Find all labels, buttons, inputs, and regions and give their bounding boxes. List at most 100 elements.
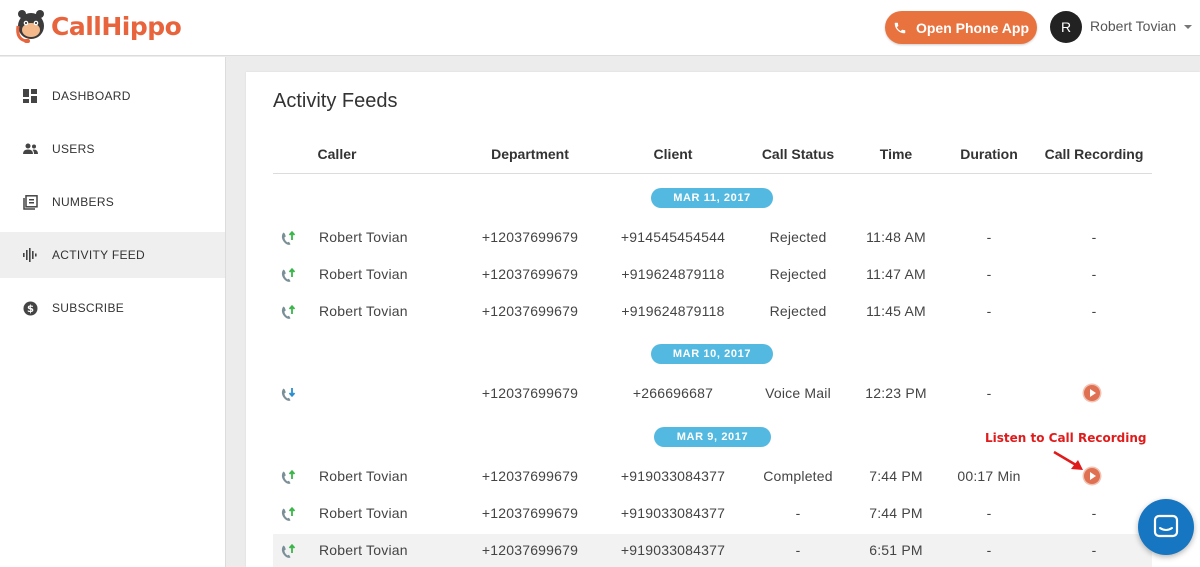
recording-cell: -	[1091, 229, 1097, 245]
chevron-down-icon[interactable]	[1184, 25, 1192, 29]
table-row[interactable]: Robert Tovian +12037699679 +919033084377…	[273, 534, 1152, 567]
table-header: Caller Department Client Call Status Tim…	[273, 144, 1152, 174]
department-cell: +12037699679	[481, 468, 579, 484]
outgoing-call-icon	[281, 469, 296, 484]
duration-cell: -	[986, 303, 992, 319]
sidebar-item-users[interactable]: USERS	[0, 126, 225, 172]
annotation-arrow-icon	[1053, 450, 1083, 470]
recording-cell: -	[1091, 542, 1097, 558]
recording-cell: -	[1091, 303, 1097, 319]
sidebar-item-label: NUMBERS	[52, 195, 115, 209]
date-badge: MAR 11, 2017	[651, 188, 773, 208]
department-cell: +12037699679	[481, 505, 579, 521]
chat-icon	[1153, 514, 1179, 538]
avatar[interactable]: R	[1050, 11, 1082, 43]
listen-recording-annotation: Listen to Call Recording	[985, 431, 1147, 445]
duration-cell: -	[986, 505, 992, 521]
incoming-call-icon	[281, 388, 296, 401]
time-cell: 6:51 PM	[869, 542, 923, 558]
recording-cell: -	[1091, 505, 1097, 521]
sidebar: DASHBOARD USERS NUMBERS ACTIVITY FEED $ …	[0, 57, 226, 567]
duration-cell: 00:17 Min	[957, 468, 1021, 484]
activity-feed-icon	[22, 247, 38, 263]
column-header-client: Client	[653, 146, 693, 162]
sidebar-item-label: DASHBOARD	[52, 89, 131, 103]
hippo-logo-icon	[16, 10, 44, 43]
users-icon	[22, 141, 38, 157]
outgoing-call-icon	[281, 304, 296, 319]
user-name[interactable]: Robert Tovian	[1090, 18, 1176, 34]
top-header: CallHippo Open Phone App R Robert Tovian	[0, 0, 1200, 56]
sidebar-item-label: USERS	[52, 142, 95, 156]
play-recording-button[interactable]	[1084, 385, 1100, 401]
duration-cell: -	[986, 385, 992, 401]
column-header-duration: Duration	[960, 146, 1018, 162]
status-cell: -	[795, 505, 801, 521]
time-cell: 11:47 AM	[866, 266, 926, 282]
column-header-call-status: Call Status	[761, 146, 835, 162]
subscribe-icon: $	[22, 300, 38, 316]
caller-cell: Robert Tovian	[319, 266, 408, 282]
table-row[interactable]: Robert Tovian +12037699679 +914545454544…	[273, 221, 1152, 255]
caller-cell: Robert Tovian	[319, 468, 408, 484]
time-cell: 12:23 PM	[865, 385, 927, 401]
column-header-time: Time	[879, 146, 913, 162]
status-cell: Rejected	[769, 303, 827, 319]
page-title: Activity Feeds	[273, 90, 398, 112]
sidebar-item-label: ACTIVITY FEED	[52, 248, 146, 262]
status-cell: Rejected	[769, 266, 827, 282]
department-cell: +12037699679	[481, 303, 579, 319]
status-cell: Rejected	[769, 229, 827, 245]
numbers-icon	[22, 194, 38, 210]
duration-cell: -	[986, 229, 992, 245]
table-row[interactable]: Robert Tovian +12037699679 +919033084377…	[273, 460, 1152, 494]
table-row[interactable]: Robert Tovian +12037699679 +919033084377…	[273, 497, 1152, 531]
sidebar-item-subscribe[interactable]: $ SUBSCRIBE	[0, 285, 225, 331]
time-cell: 11:48 AM	[866, 229, 926, 245]
column-header-caller: Caller	[317, 146, 357, 162]
date-badge: MAR 10, 2017	[651, 344, 773, 364]
client-cell: +919624879118	[621, 303, 725, 319]
play-recording-button[interactable]	[1084, 468, 1100, 484]
duration-cell: -	[986, 266, 992, 282]
logo[interactable]: CallHippo	[14, 6, 182, 46]
client-cell: +919624879118	[621, 266, 725, 282]
table-row[interactable]: Robert Tovian +12037699679 +919624879118…	[273, 295, 1152, 329]
open-phone-app-button[interactable]: Open Phone App	[885, 11, 1037, 44]
caller-cell: Robert Tovian	[319, 303, 408, 319]
sidebar-item-activity-feed[interactable]: ACTIVITY FEED	[0, 232, 225, 278]
caller-cell: Robert Tovian	[319, 542, 408, 558]
svg-text:$: $	[27, 304, 34, 315]
client-cell: +919033084377	[620, 505, 726, 521]
table-row[interactable]: +12037699679 +266696687 Voice Mail 12:23…	[273, 377, 1152, 411]
sidebar-item-numbers[interactable]: NUMBERS	[0, 179, 225, 225]
department-cell: +12037699679	[481, 266, 579, 282]
recording-cell: -	[1091, 266, 1097, 282]
client-cell: +914545454544	[620, 229, 726, 245]
date-badge: MAR 9, 2017	[654, 427, 771, 447]
outgoing-call-icon	[281, 267, 296, 282]
time-cell: 11:45 AM	[866, 303, 926, 319]
outgoing-call-icon	[281, 543, 296, 558]
activity-feeds-panel: Activity Feeds Caller Department Client …	[246, 72, 1200, 567]
caller-cell: Robert Tovian	[319, 505, 408, 521]
outgoing-call-icon	[281, 506, 296, 521]
status-cell: Completed	[763, 468, 833, 484]
time-cell: 7:44 PM	[869, 468, 923, 484]
outgoing-call-icon	[281, 230, 296, 245]
time-cell: 7:44 PM	[869, 505, 923, 521]
sidebar-item-label: SUBSCRIBE	[52, 301, 125, 315]
department-cell: +12037699679	[481, 385, 579, 401]
status-cell: -	[795, 542, 801, 558]
duration-cell: -	[986, 542, 992, 558]
column-header-call-recording: Call Recording	[1044, 146, 1144, 162]
status-cell: Voice Mail	[765, 385, 831, 401]
department-cell: +12037699679	[481, 542, 579, 558]
table-row[interactable]: Robert Tovian +12037699679 +919624879118…	[273, 258, 1152, 292]
department-cell: +12037699679	[481, 229, 579, 245]
open-phone-app-label: Open Phone App	[915, 19, 1030, 36]
caller-cell: Robert Tovian	[319, 229, 408, 245]
chat-support-button[interactable]	[1138, 499, 1194, 555]
sidebar-item-dashboard[interactable]: DASHBOARD	[0, 73, 225, 119]
phone-icon	[894, 22, 906, 33]
